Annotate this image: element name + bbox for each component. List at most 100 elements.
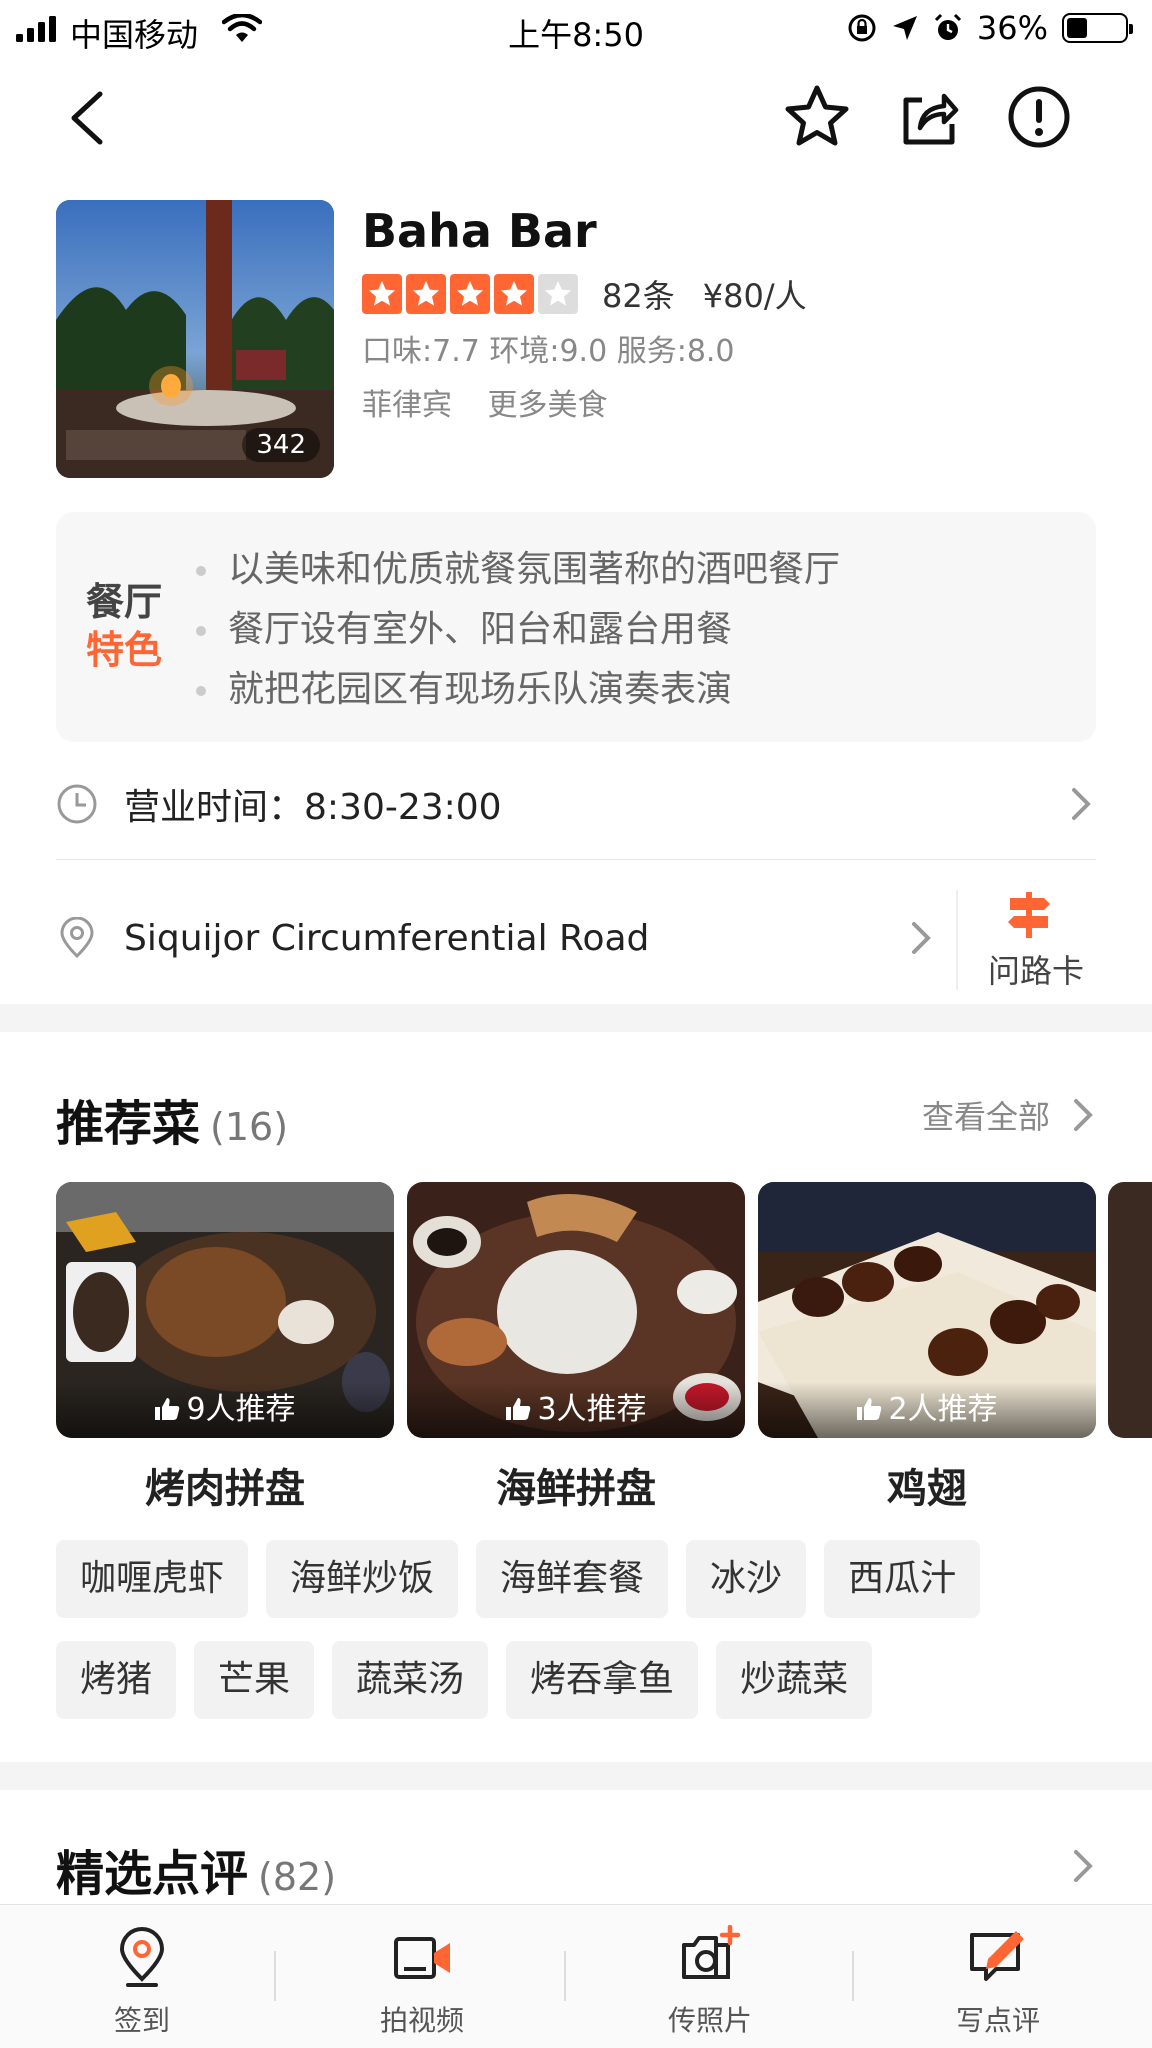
directions-card-button[interactable]: 问路卡	[956, 890, 1096, 990]
feature-badge: 餐厅 特色	[86, 578, 196, 674]
location-pin-icon	[60, 917, 94, 959]
tab-divider	[852, 1951, 854, 2001]
recommend-count: 3人推荐	[537, 1392, 647, 1427]
recommended-title: 推荐菜 (16)	[56, 1084, 288, 1154]
feature-badge-line1: 餐厅	[86, 580, 163, 624]
feature-list: 以美味和优质就餐氛围著称的酒吧餐厅 餐厅设有室外、阳台和露台用餐 就把花园区有现…	[196, 540, 840, 720]
restaurant-name: Baha Bar	[362, 204, 597, 258]
feature-badge-line2: 特色	[86, 628, 163, 672]
restaurant-header: 342 Baha Bar 82条 ¥80/人 口味:7.7 环境:9.0 服务:…	[56, 200, 1096, 480]
opening-hours-row[interactable]: 营业时间：8:30-23:00	[56, 748, 1096, 860]
dish-chip[interactable]: 芒果	[194, 1641, 315, 1719]
tag-cuisine[interactable]: 菲律宾	[362, 388, 452, 423]
feature-item: 以美味和优质就餐氛围著称的酒吧餐厅	[196, 540, 840, 600]
recommend-badge: 3人推荐	[407, 1382, 745, 1438]
address-row[interactable]: Siquijor Circumferential Road 问路卡	[56, 878, 1096, 998]
see-all-label: 查看全部	[921, 1098, 1050, 1136]
reviews-title[interactable]: 精选点评 (82)	[56, 1834, 336, 1904]
feature-item: 餐厅设有室外、阳台和露台用餐	[196, 600, 840, 660]
dish-name: 鸡翅	[887, 1466, 967, 1512]
upload-photo-tab[interactable]: 传照片	[630, 1925, 790, 2039]
dish-chip[interactable]: 蔬菜汤	[332, 1641, 489, 1719]
status-right: 36%	[847, 8, 1133, 48]
star-filled-icon	[494, 274, 534, 314]
recommend-badge: 2人推荐	[758, 1382, 1096, 1438]
dish-chip[interactable]: 烤吞拿鱼	[506, 1641, 699, 1719]
favorite-star-icon[interactable]	[782, 82, 852, 152]
dish-chip[interactable]: 炒蔬菜	[716, 1641, 873, 1719]
star-rating	[362, 274, 578, 314]
thumbs-up-icon	[155, 1398, 180, 1420]
signpost-icon	[1008, 892, 1050, 938]
dish-card[interactable]: 3人推荐	[407, 1182, 745, 1438]
dish-chips-row: 咖喱虎虾 海鲜炒饭 海鲜套餐 冰沙 西瓜汁	[56, 1540, 1116, 1618]
chevron-right-icon	[1072, 788, 1091, 820]
dish-card[interactable]: 9人推荐	[56, 1182, 394, 1438]
reviews-title-text: 精选点评	[56, 1846, 249, 1902]
star-filled-icon	[450, 274, 490, 314]
checkin-tab[interactable]: 签到	[62, 1925, 222, 2039]
recommend-count: 2人推荐	[888, 1392, 998, 1427]
checkin-pin-icon	[119, 1927, 165, 1987]
star-empty-icon	[538, 274, 578, 314]
tab-divider	[274, 1951, 276, 2001]
dish-chip[interactable]: 冰沙	[686, 1540, 807, 1618]
reviews-count: (82)	[258, 1855, 337, 1899]
review-count: 82条	[602, 277, 675, 315]
recommend-count: 9人推荐	[186, 1392, 296, 1427]
write-review-icon	[970, 1931, 1024, 1981]
video-camera-icon	[394, 1937, 450, 1979]
record-video-label: 拍视频	[379, 2004, 464, 2037]
dish-chip[interactable]: 海鲜炒饭	[266, 1540, 459, 1618]
dish-card-partial[interactable]	[1108, 1182, 1152, 1438]
record-video-tab[interactable]: 拍视频	[342, 1925, 502, 2039]
rotation-lock-icon	[848, 14, 876, 42]
feature-item: 就把花园区有现场乐队演奏表演	[196, 660, 840, 720]
directions-card-label: 问路卡	[988, 952, 1085, 990]
star-filled-icon	[406, 274, 446, 314]
share-icon[interactable]	[896, 84, 962, 150]
restaurant-features: 餐厅 特色 以美味和优质就餐氛围著称的酒吧餐厅 餐厅设有室外、阳台和露台用餐 就…	[56, 512, 1096, 742]
report-icon[interactable]	[1006, 84, 1072, 150]
address-text: Siquijor Circumferential Road	[124, 917, 650, 959]
camera-add-icon	[682, 1925, 741, 1979]
location-arrow-icon	[892, 16, 917, 40]
category-tags: 菲律宾 更多美食	[362, 386, 1082, 426]
see-all-button[interactable]: 查看全部	[922, 1092, 1096, 1138]
chevron-right-icon	[912, 922, 931, 954]
section-divider	[0, 1004, 1152, 1032]
back-arrow-icon[interactable]	[58, 86, 118, 150]
clock-icon	[57, 784, 97, 823]
dish-card[interactable]: 2人推荐	[758, 1182, 1096, 1438]
write-review-tab[interactable]: 写点评	[918, 1925, 1078, 2039]
recommended-title-text: 推荐菜	[56, 1096, 201, 1152]
dish-chips-row: 烤猪 芒果 蔬菜汤 烤吞拿鱼 炒蔬菜	[56, 1641, 1116, 1719]
write-review-label: 写点评	[955, 2004, 1040, 2037]
price-per-person: ¥80/人	[702, 277, 807, 315]
dish-name: 烤肉拼盘	[145, 1466, 305, 1512]
battery-icon	[1062, 13, 1133, 43]
upload-photo-label: 传照片	[667, 2004, 752, 2037]
restaurant-photo[interactable]: 342	[56, 200, 334, 478]
dish-chip[interactable]: 烤猪	[56, 1641, 177, 1719]
chevron-right-icon	[1074, 1099, 1093, 1131]
photo-count-badge: 342	[242, 428, 320, 462]
dish-chip[interactable]: 西瓜汁	[824, 1540, 981, 1618]
status-bar: 中国移动 上午8:50 36%	[0, 0, 1152, 58]
nav-bar	[0, 76, 1152, 160]
dish-chip[interactable]: 海鲜套餐	[476, 1540, 669, 1618]
chevron-right-icon[interactable]	[1070, 1846, 1096, 1886]
opening-hours: 营业时间：8:30-23:00	[124, 786, 502, 828]
rating-row: 82条 ¥80/人	[362, 266, 1082, 322]
restaurant-info: Baha Bar 82条 ¥80/人 口味:7.7 环境:9.0 服务:8.0 …	[362, 200, 1082, 426]
section-divider	[0, 1762, 1152, 1790]
dish-name: 海鲜拼盘	[496, 1466, 656, 1512]
battery-percent: 36%	[976, 9, 1048, 47]
bottom-action-bar: 签到 拍视频 传照片 写点评	[0, 1904, 1152, 2048]
tag-more-food[interactable]: 更多美食	[488, 388, 608, 423]
thumbs-up-icon	[506, 1398, 531, 1420]
dish-chip[interactable]: 咖喱虎虾	[56, 1540, 249, 1618]
alarm-icon	[934, 13, 961, 40]
sub-scores: 口味:7.7 环境:9.0 服务:8.0	[362, 334, 735, 369]
star-filled-icon	[362, 274, 402, 314]
